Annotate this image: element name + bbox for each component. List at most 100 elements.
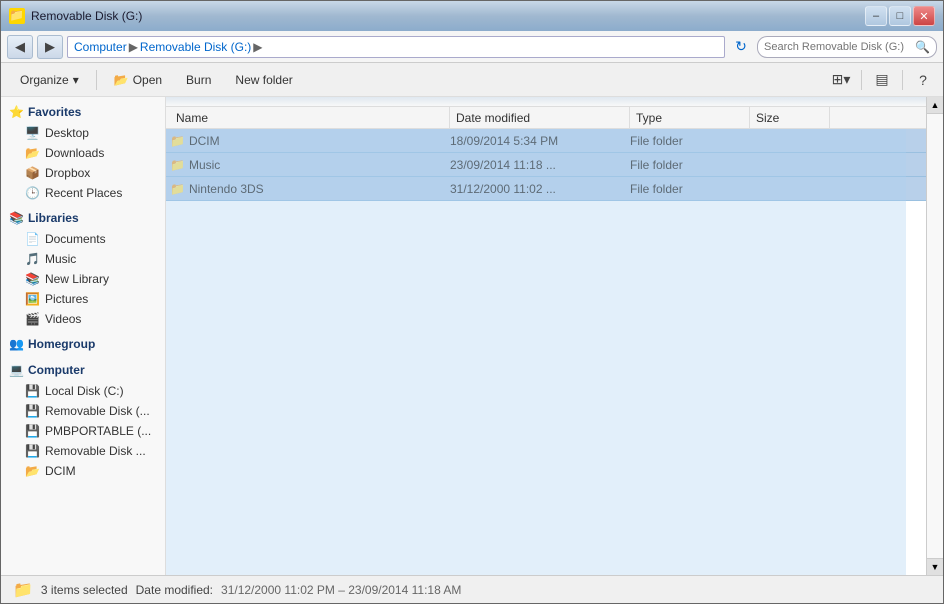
- column-type-header[interactable]: Type: [630, 107, 750, 128]
- column-name-header[interactable]: Name: [170, 107, 450, 128]
- downloads-icon: 📂: [25, 146, 40, 160]
- breadcrumb-removable[interactable]: Removable Disk (G:): [140, 40, 251, 54]
- sidebar-item-pictures[interactable]: 🖼️ Pictures: [1, 289, 165, 309]
- title-controls: – □ ✕: [865, 6, 935, 26]
- scroll-track: [927, 114, 943, 558]
- homegroup-section: 👥 Homegroup: [1, 333, 165, 355]
- column-size-header[interactable]: Size: [750, 107, 830, 128]
- change-view-button[interactable]: ⊞▾: [829, 68, 853, 92]
- table-row[interactable]: 📁 Nintendo 3DS 31/12/2000 11:02 ... File…: [166, 177, 926, 201]
- open-button[interactable]: 📂 Open: [103, 67, 173, 93]
- column-headers: Name Date modified Type Size: [166, 107, 926, 129]
- toolbar: Organize ▾ 📂 Open Burn New folder ⊞▾ ▤ ?: [1, 63, 943, 97]
- vertical-scrollbar[interactable]: ▲ ▼: [926, 97, 943, 575]
- sidebar-item-new-library[interactable]: 📚 New Library: [1, 269, 165, 289]
- forward-button[interactable]: ▶: [37, 35, 63, 59]
- desktop-icon: 🖥️: [25, 126, 40, 140]
- help-button[interactable]: ?: [911, 68, 935, 92]
- status-bar: 📁 3 items selected Date modified: 31/12/…: [1, 575, 943, 603]
- file-type-nintendo: File folder: [630, 182, 750, 196]
- table-row[interactable]: 📁 Music 23/09/2014 11:18 ... File folder: [166, 153, 926, 177]
- title-bar-left: 📁 Removable Disk (G:): [9, 8, 142, 24]
- title-bar: 📁 Removable Disk (G:) – □ ✕: [1, 1, 943, 31]
- sidebar-item-desktop[interactable]: 🖥️ Desktop: [1, 123, 165, 143]
- window-icon: 📁: [9, 8, 25, 24]
- file-name-dcim: 📁 DCIM: [170, 134, 450, 148]
- window-title: Removable Disk (G:): [31, 9, 142, 23]
- sidebar-item-videos[interactable]: 🎬 Videos: [1, 309, 165, 329]
- search-input[interactable]: [764, 41, 911, 53]
- dcim-icon: 📂: [25, 464, 40, 478]
- explorer-window: 📁 Removable Disk (G:) – □ ✕ ◀ ▶ Computer…: [0, 0, 944, 604]
- scroll-top-indicator: [166, 97, 926, 107]
- computer-header[interactable]: 💻 Computer: [1, 359, 165, 381]
- computer-section: 💻 Computer 💾 Local Disk (C:) 💾 Removable…: [1, 359, 165, 481]
- favorites-section: ⭐ Favorites 🖥️ Desktop 📂 Downloads 📦 Dro…: [1, 101, 165, 203]
- removable-disk-g-icon: 💾: [25, 404, 40, 418]
- back-button[interactable]: ◀: [7, 35, 33, 59]
- file-name-nintendo: 📁 Nintendo 3DS: [170, 182, 450, 196]
- file-type-dcim: File folder: [630, 134, 750, 148]
- organize-button[interactable]: Organize ▾: [9, 67, 90, 93]
- toolbar-divider-1: [96, 70, 97, 90]
- sidebar-item-dropbox[interactable]: 📦 Dropbox: [1, 163, 165, 183]
- recent-icon: 🕒: [25, 186, 40, 200]
- content-area: Name Date modified Type Size 📁 DCIM 18/0…: [166, 97, 926, 575]
- file-date-dcim: 18/09/2014 5:34 PM: [450, 134, 630, 148]
- sidebar-item-music[interactable]: 🎵 Music: [1, 249, 165, 269]
- file-list: 📁 DCIM 18/09/2014 5:34 PM File folder 📁 …: [166, 129, 926, 575]
- scroll-up-button[interactable]: ▲: [927, 97, 943, 114]
- favorites-header[interactable]: ⭐ Favorites: [1, 101, 165, 123]
- address-path[interactable]: Computer ▶ Removable Disk (G:) ▶: [67, 36, 725, 58]
- sidebar-item-removable-disk-g[interactable]: 💾 Removable Disk (...: [1, 401, 165, 421]
- toolbar-divider-3: [902, 70, 903, 90]
- preview-pane-button[interactable]: ▤: [870, 68, 894, 92]
- star-icon: ⭐: [9, 105, 24, 119]
- sidebar: ⭐ Favorites 🖥️ Desktop 📂 Downloads 📦 Dro…: [1, 97, 166, 575]
- dropbox-icon: 📦: [25, 166, 40, 180]
- sidebar-item-downloads[interactable]: 📂 Downloads: [1, 143, 165, 163]
- minimize-button[interactable]: –: [865, 6, 887, 26]
- libraries-section: 📚 Libraries 📄 Documents 🎵 Music 📚 New Li…: [1, 207, 165, 329]
- maximize-button[interactable]: □: [889, 6, 911, 26]
- scroll-down-button[interactable]: ▼: [927, 558, 943, 575]
- homegroup-header[interactable]: 👥 Homegroup: [1, 333, 165, 355]
- folder-icon-dcim: 📁: [170, 134, 185, 148]
- folder-icon-music: 📁: [170, 158, 185, 172]
- organize-dropdown-icon: ▾: [73, 73, 79, 87]
- breadcrumb-computer[interactable]: Computer: [74, 40, 127, 54]
- file-date-music: 23/09/2014 11:18 ...: [450, 158, 630, 172]
- folder-icon-nintendo: 📁: [170, 182, 185, 196]
- address-bar: ◀ ▶ Computer ▶ Removable Disk (G:) ▶ ↻ 🔍: [1, 31, 943, 63]
- music-icon: 🎵: [25, 252, 40, 266]
- search-box[interactable]: 🔍: [757, 36, 937, 58]
- column-date-header[interactable]: Date modified: [450, 107, 630, 128]
- close-button[interactable]: ✕: [913, 6, 935, 26]
- videos-icon: 🎬: [25, 312, 40, 326]
- file-name-music: 📁 Music: [170, 158, 450, 172]
- status-folder-icon: 📁: [13, 580, 33, 600]
- sidebar-item-pmbportable[interactable]: 💾 PMBPORTABLE (...: [1, 421, 165, 441]
- computer-icon: 💻: [9, 363, 24, 377]
- removable-disk-2-icon: 💾: [25, 444, 40, 458]
- file-type-music: File folder: [630, 158, 750, 172]
- refresh-button[interactable]: ↻: [729, 36, 753, 58]
- new-folder-button[interactable]: New folder: [224, 67, 303, 93]
- sidebar-item-dcim[interactable]: 📂 DCIM: [1, 461, 165, 481]
- pictures-icon: 🖼️: [25, 292, 40, 306]
- table-row[interactable]: 📁 DCIM 18/09/2014 5:34 PM File folder: [166, 129, 926, 153]
- toolbar-right: ⊞▾ ▤ ?: [829, 68, 935, 92]
- status-selection-text: 3 items selected: [41, 583, 128, 597]
- toolbar-divider-2: [861, 70, 862, 90]
- sidebar-item-removable-disk-2[interactable]: 💾 Removable Disk ...: [1, 441, 165, 461]
- burn-button[interactable]: Burn: [175, 67, 222, 93]
- search-icon: 🔍: [915, 40, 930, 54]
- file-date-nintendo: 31/12/2000 11:02 ...: [450, 182, 630, 196]
- sidebar-item-documents[interactable]: 📄 Documents: [1, 229, 165, 249]
- documents-icon: 📄: [25, 232, 40, 246]
- sidebar-item-recent[interactable]: 🕒 Recent Places: [1, 183, 165, 203]
- libraries-header[interactable]: 📚 Libraries: [1, 207, 165, 229]
- status-date-range: 31/12/2000 11:02 PM – 23/09/2014 11:18 A…: [221, 583, 461, 597]
- sidebar-item-local-disk-c[interactable]: 💾 Local Disk (C:): [1, 381, 165, 401]
- empty-space[interactable]: [166, 201, 926, 501]
